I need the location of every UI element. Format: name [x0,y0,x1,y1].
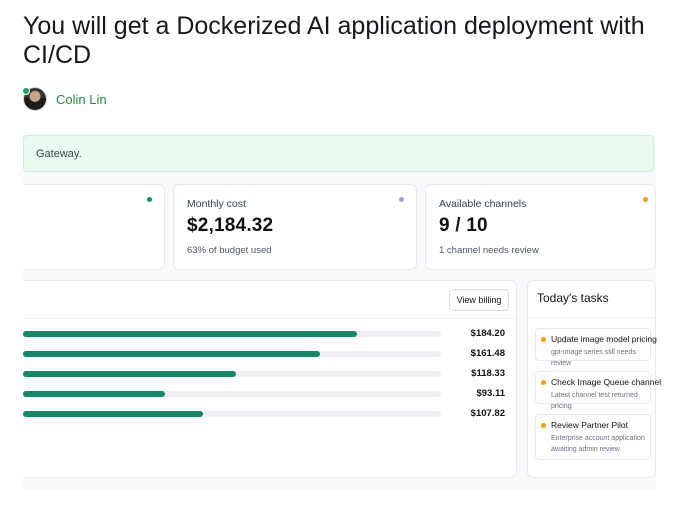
seller-info[interactable]: Colin Lin [22,87,107,111]
stat-subtext: 1 channel needs review [439,245,539,256]
billing-amount: $118.33 [471,368,505,379]
task-item[interactable]: Check Image Queue channel Latest channel… [535,371,661,410]
divider [527,317,655,318]
billing-bar-fill [23,331,357,337]
view-billing-button[interactable]: View billing [449,289,509,311]
billing-bar-track [23,351,441,357]
task-title: Check Image Queue channel [551,377,662,387]
online-status-indicator [22,87,30,95]
billing-bar-track [23,391,441,397]
status-dot [643,197,648,202]
stat-value: $2,184.32 [187,215,274,236]
tasks-title: Today's tasks [537,291,609,305]
billing-bar-track [23,331,441,337]
billing-bar-fill [23,371,236,377]
task-title: Review Partner Pilot [551,420,629,430]
stat-card-monthly-cost: Monthly cost $2,184.32 63% of budget use… [173,184,417,270]
billing-panel [23,280,517,478]
task-status-dot [541,337,546,342]
task-status-dot [541,380,546,385]
task-description: gpt-image series still needs review [551,349,636,367]
billing-bar-fill [23,351,320,357]
status-dot [399,197,404,202]
status-dot [147,197,152,202]
task-title: Update image model pricing [551,334,657,344]
billing-amount: $107.82 [470,408,505,419]
page-title: You will get a Dockerized AI application… [23,12,645,69]
task-status-dot [541,423,546,428]
stat-label: Monthly cost [187,198,246,210]
gateway-banner: Gateway. [23,135,654,172]
stat-subtext: 63% of budget used [187,245,272,256]
task-description: Enterprise account application awaiting … [551,435,645,453]
billing-amount: $161.48 [470,348,505,359]
avatar[interactable] [22,87,47,111]
billing-amount: $184.20 [470,328,505,339]
stat-value: 9 / 10 [439,215,488,236]
billing-amount: $93.11 [476,388,505,399]
task-description: Latest channel test returned pricing [551,392,638,410]
billing-bar-fill [23,411,203,417]
billing-bar-fill [23,391,165,397]
stat-card-1 [23,184,165,270]
task-item[interactable]: Review Partner Pilot Enterprise account … [535,414,651,460]
task-item[interactable]: Update image model pricing gpt-image ser… [535,328,657,367]
billing-bar-track [23,371,441,377]
banner-text: Gateway. [36,147,82,160]
divider [23,318,515,319]
stat-card-available-channels: Available channels 9 / 10 1 channel need… [425,184,656,270]
seller-name[interactable]: Colin Lin [56,92,107,107]
stat-label: Available channels [439,198,527,210]
billing-bar-track [23,411,441,417]
